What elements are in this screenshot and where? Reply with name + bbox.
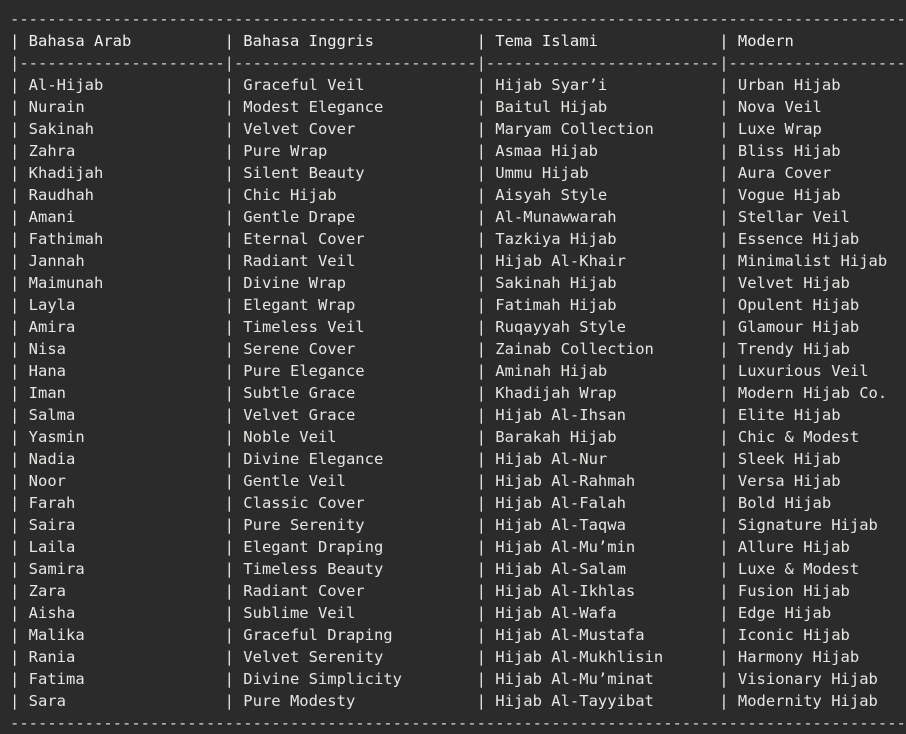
table-row: | Sakinah | Velvet Cover | Maryam Collec… xyxy=(10,120,906,138)
table-row: | Zara | Radiant Cover | Hijab Al-Ikhlas… xyxy=(10,582,906,600)
table-row: | Iman | Subtle Grace | Khadijah Wrap | … xyxy=(10,384,906,402)
table-header-row: | Bahasa Arab | Bahasa Inggris | Tema Is… xyxy=(10,32,906,50)
table-row: | Nurain | Modest Elegance | Baitul Hija… xyxy=(10,98,906,116)
table-row: | Rania | Velvet Serenity | Hijab Al-Muk… xyxy=(10,648,906,666)
table-row: | Zahra | Pure Wrap | Asmaa Hijab | Blis… xyxy=(10,142,906,160)
table-row: | Sara | Pure Modesty | Hijab Al-Tayyiba… xyxy=(10,692,906,710)
table-row: | Maimunah | Divine Wrap | Sakinah Hijab… xyxy=(10,274,906,292)
table-row: | Malika | Graceful Draping | Hijab Al-M… xyxy=(10,626,906,644)
table-row: | Laila | Elegant Draping | Hijab Al-Mu’… xyxy=(10,538,906,556)
table-row: | Amani | Gentle Drape | Al-Munawwarah |… xyxy=(10,208,906,226)
table-row: | Nadia | Divine Elegance | Hijab Al-Nur… xyxy=(10,450,906,468)
table-row: | Aisha | Sublime Veil | Hijab Al-Wafa |… xyxy=(10,604,906,622)
table-bottom-border: ----------------------------------------… xyxy=(10,714,906,732)
table-row: | Al-Hijab | Graceful Veil | Hijab Syar’… xyxy=(10,76,906,94)
terminal-output: ----------------------------------------… xyxy=(0,0,906,733)
table-row: | Nisa | Serene Cover | Zainab Collectio… xyxy=(10,340,906,358)
table-row: | Layla | Elegant Wrap | Fatimah Hijab |… xyxy=(10,296,906,314)
table-row: | Khadijah | Silent Beauty | Ummu Hijab … xyxy=(10,164,906,182)
table-header-separator: |----------------------|----------------… xyxy=(10,54,906,72)
table-row: | Fathimah | Eternal Cover | Tazkiya Hij… xyxy=(10,230,906,248)
table-row: | Farah | Classic Cover | Hijab Al-Falah… xyxy=(10,494,906,512)
table-row: | Samira | Timeless Beauty | Hijab Al-Sa… xyxy=(10,560,906,578)
table-row: | Fatima | Divine Simplicity | Hijab Al-… xyxy=(10,670,906,688)
table-row: | Raudhah | Chic Hijab | Aisyah Style | … xyxy=(10,186,906,204)
table-row: | Hana | Pure Elegance | Aminah Hijab | … xyxy=(10,362,906,380)
table-row: | Noor | Gentle Veil | Hijab Al-Rahmah |… xyxy=(10,472,906,490)
table-row: | Jannah | Radiant Veil | Hijab Al-Khair… xyxy=(10,252,906,270)
table-row: | Saira | Pure Serenity | Hijab Al-Taqwa… xyxy=(10,516,906,534)
table-row: | Amira | Timeless Veil | Ruqayyah Style… xyxy=(10,318,906,336)
table-top-border: ----------------------------------------… xyxy=(10,10,906,28)
table-row: | Salma | Velvet Grace | Hijab Al-Ihsan … xyxy=(10,406,906,424)
table-row: | Yasmin | Noble Veil | Barakah Hijab | … xyxy=(10,428,906,446)
